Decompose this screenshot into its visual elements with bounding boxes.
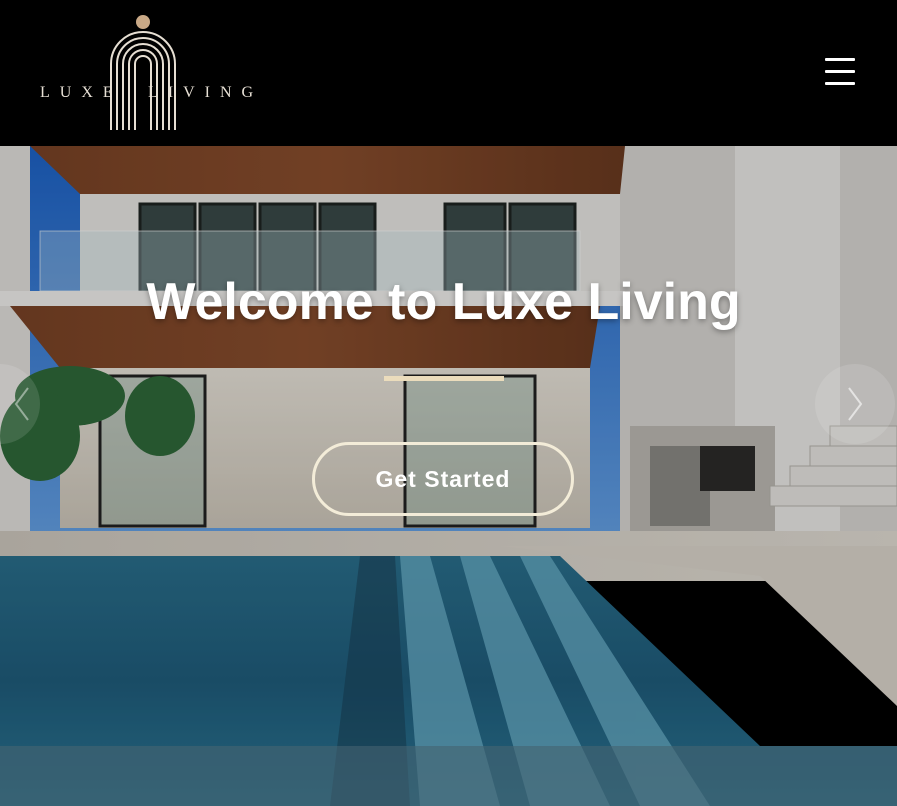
logo-word-living: LIVING [148,84,264,101]
hero-slider: Welcome to Luxe Living Get Started [0,146,897,806]
get-started-button[interactable]: Get Started [312,442,574,516]
chevron-left-icon [14,387,29,421]
hamburger-menu-icon[interactable] [822,56,858,88]
logo-word-luxe: LUXE [40,84,123,101]
chevron-right-icon [848,387,863,421]
arch-logo-icon [110,15,176,130]
slider-next-button[interactable] [815,364,895,444]
title-divider [384,376,504,381]
hero-title: Welcome to Luxe Living [146,273,741,331]
luxe-living-logo[interactable]: LUXE LIVING [40,12,253,132]
site-header: LUXE LIVING [0,0,897,146]
